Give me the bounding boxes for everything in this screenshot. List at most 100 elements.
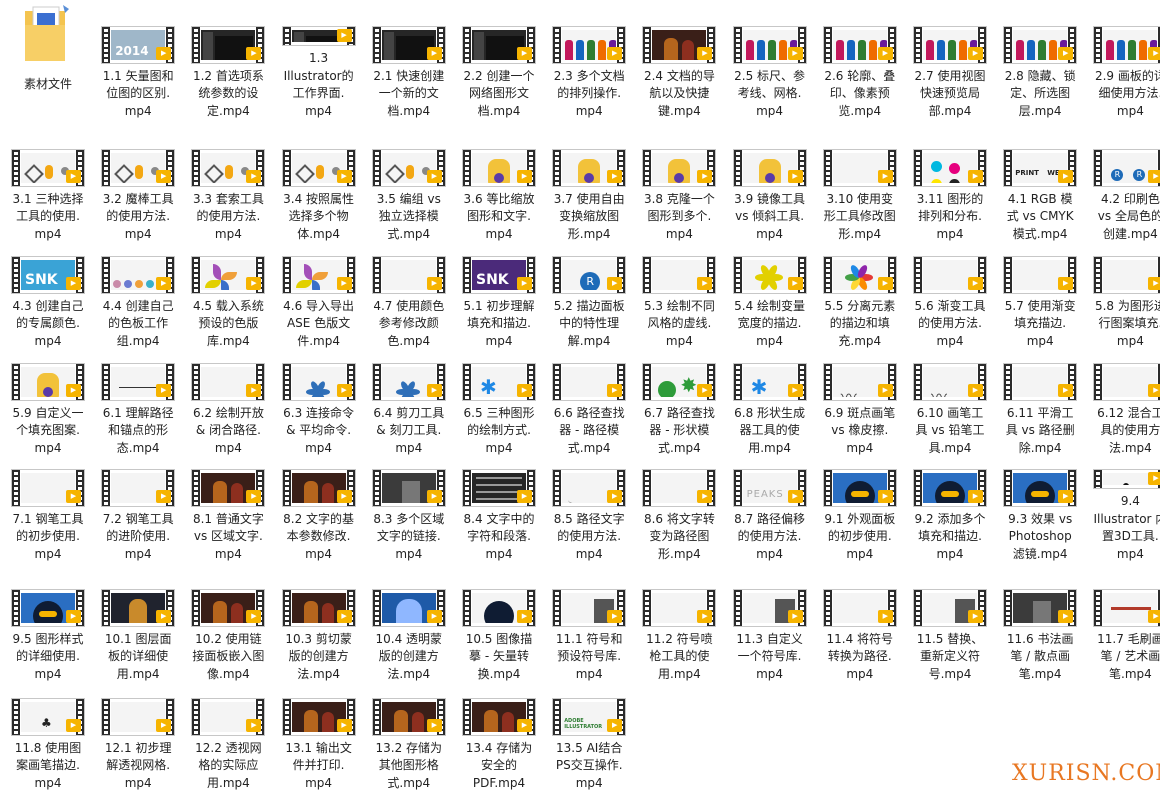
video-file-item[interactable]: ▶ 7.1 钢笔工具 的初步使用. mp4 <box>3 443 93 563</box>
video-file-item[interactable]: ▶ 2.4 文档的导 航以及快捷 键.mp4 <box>634 0 724 120</box>
player-badge-icon: ▶ <box>517 46 532 60</box>
video-file-item[interactable]: R ▶ 5.2 描边面板 中的特性理 解.mp4 <box>544 230 634 350</box>
video-file-item[interactable]: ▶ 5.9 自定义一 个填充图案. mp4 <box>3 337 93 457</box>
video-file-item[interactable]: ▶ 9.4 Illustrator 内置3D工具. mp4 <box>1085 443 1160 563</box>
video-thumbnail: ▶ <box>462 149 536 187</box>
video-file-item[interactable]: ▶ 10.1 图层面 板的详细使 用.mp4 <box>93 563 183 683</box>
video-file-item[interactable]: ▶ 11.7 毛刷画笔 / 艺术画 笔.mp4 <box>1085 563 1160 683</box>
video-file-item[interactable]: ▶ 9.1 外观面板 的初步使用. mp4 <box>815 443 905 563</box>
video-file-item[interactable]: ▶ 2.7 使用视图 快速预览局 部.mp4 <box>905 0 995 120</box>
video-file-item[interactable]: ▶ 6.1 理解路径 和锚点的形 态.mp4 <box>93 337 183 457</box>
player-badge-icon: ▶ <box>1148 46 1160 60</box>
video-file-item[interactable]: ▶ 8.2 文字的基 本参数修改. mp4 <box>274 443 364 563</box>
video-thumbnail: 2014 ▶ <box>101 26 176 64</box>
video-file-item[interactable]: ▶ 4.7 使用颜色 参考修改颜 色.mp4 <box>364 230 454 350</box>
film-strip <box>733 257 742 293</box>
video-file-item[interactable]: ✸ ▶ 6.7 路径查找器 - 形状模 式.mp4 <box>634 337 724 457</box>
video-file-item[interactable]: ▶ 9.3 效果 vs Photoshop 滤镜.mp4 <box>995 443 1085 563</box>
video-file-item[interactable]: ♣ ▶ 11.8 使用图 案画笔描边. mp4 <box>3 672 93 792</box>
video-file-item[interactable]: ▶ 10.3 剪切蒙 版的创建方 法.mp4 <box>274 563 364 683</box>
video-file-item[interactable]: ▶ 3.2 魔棒工具 的使用方法. mp4 <box>93 123 183 243</box>
file-name-line: mp4 <box>936 546 964 561</box>
person-shape <box>321 712 334 732</box>
video-file-item[interactable]: ▶ 3.7 使用自由 变换缩放图 形.mp4 <box>544 123 634 243</box>
video-file-item[interactable]: ▶ 6.4 剪刀工具 & 刻刀工具. mp4 <box>364 337 454 457</box>
video-file-item[interactable]: ▶ 11.2 符号喷 枪工具的使 用.mp4 <box>634 563 724 683</box>
video-file-item[interactable]: ▶ 6.6 路径查找器 - 路径模 式.mp4 <box>544 337 634 457</box>
video-file-item[interactable]: ▶ 10.4 透明蒙 版的创建方 法.mp4 <box>364 563 454 683</box>
video-file-item[interactable]: ✱ ▶ 6.5 三种图形 的绘制方式. mp4 <box>454 337 544 457</box>
video-file-item[interactable]: ▶ 6.12 混合工 具的使用方 法.mp4 <box>1085 337 1160 457</box>
film-strip <box>553 470 562 506</box>
video-file-item[interactable]: ▶ 8.4 文字中的 字符和段落. mp4 <box>454 443 544 563</box>
video-file-item[interactable]: ▶ 13.1 输出文 件并打印. mp4 <box>274 672 364 792</box>
video-thumbnail: ▶ <box>642 469 717 507</box>
video-file-item[interactable]: 2014 ▶ 1.1 矢量图和 位图的区别. mp4 <box>93 0 183 120</box>
video-thumbnail: ✱ ▶ <box>462 363 536 401</box>
video-file-item[interactable]: PRINT WEB ▶ 4.1 RGB 模式 vs CMYK 模式.mp4 <box>995 123 1085 243</box>
video-file-item[interactable]: SNK ▶ 5.1 初步理解 填充和描边. mp4 <box>454 230 544 350</box>
video-file-item[interactable]: ADOBE ILLUSTRATOR ▶ 13.5 AI结合 PS交互操作. mp4 <box>544 672 634 792</box>
video-file-item[interactable]: ✱ ▶ 6.8 形状生成 器工具的使 用.mp4 <box>725 337 815 457</box>
video-file-item[interactable]: ▶ 13.2 存储为 其他图形格 式.mp4 <box>364 672 454 792</box>
video-file-item[interactable]: ▶ 1.2 首选项系 统参数的设 定.mp4 <box>183 0 273 120</box>
video-file-item[interactable]: ▶ 3.11 图形的 排列和分布. mp4 <box>905 123 995 243</box>
video-file-item[interactable]: ▶ 11.1 符号和 预设符号库. mp4 <box>544 563 634 683</box>
video-file-item[interactable]: ▶ 5.4 绘制变量 宽度的描边. mp4 <box>725 230 815 350</box>
video-file-item[interactable]: ▶ 3.3 套索工具 的使用方法. mp4 <box>183 123 273 243</box>
video-file-item[interactable]: ▶ 12.2 透视网 格的实际应 用.mp4 <box>183 672 273 792</box>
video-file-item[interactable]: ▶ 12.1 初步理 解透视网格. mp4 <box>93 672 183 792</box>
video-file-item[interactable]: ▶ 5.7 使用渐变 填充描边. mp4 <box>995 230 1085 350</box>
video-file-item[interactable]: ▶ 2.9 画板的详 细使用方法. mp4 <box>1085 0 1160 120</box>
video-file-item[interactable]: ▶ 6.3 连接命令 & 平均命令. mp4 <box>274 337 364 457</box>
video-file-item[interactable]: ▶ 6.2 绘制开放 & 闭合路径. mp4 <box>183 337 273 457</box>
video-file-item[interactable]: ▶ 3.1 三种选择 工具的使用. mp4 <box>3 123 93 243</box>
video-file-item[interactable]: ▶ 11.6 书法画笔 / 散点画 笔.mp4 <box>995 563 1085 683</box>
video-file-item[interactable]: ▶ 3.5 编组 vs 独立选择模 式.mp4 <box>364 123 454 243</box>
video-file-item[interactable]: ▶ 1.3 Illustrator的 工作界面. mp4 <box>274 0 364 120</box>
video-file-item[interactable]: ▶ 11.4 将符号 转换为路径. mp4 <box>815 563 905 683</box>
video-file-item[interactable]: R R ▶ 4.2 印刷色 vs 全局色的 创建.mp4 <box>1085 123 1160 243</box>
video-file-item[interactable]: ▶ 8.3 多个区域 文字的链接. mp4 <box>364 443 454 563</box>
video-file-item[interactable]: ▶ 9.5 图形样式 的详细使用. mp4 <box>3 563 93 683</box>
video-file-item[interactable]: ▶ 11.3 自定义 一个符号库. mp4 <box>725 563 815 683</box>
video-file-item[interactable]: ▶ 5.8 为图形进 行图案填充. mp4 <box>1085 230 1160 350</box>
video-file-item[interactable]: ▶ 2.2 创建一个 网络图形文 档.mp4 <box>454 0 544 120</box>
video-file-item[interactable]: SNK ▶ 4.3 创建自己 的专属颜色. mp4 <box>3 230 93 350</box>
video-file-item[interactable]: ▶ 10.5 图像描摹 - 矢量转 换.mp4 <box>454 563 544 683</box>
video-file-item[interactable]: ▶ 7.2 钢笔工具 的进阶使用. mp4 <box>93 443 183 563</box>
video-file-item[interactable]: ▶ 2.5 标尺、参 考线、网格. mp4 <box>725 0 815 120</box>
video-file-item[interactable]: ▶ 2.6 轮廓、叠 印、像素预 览.mp4 <box>815 0 905 120</box>
video-file-item[interactable]: ▶ 5.6 渐变工具 的使用方法. mp4 <box>905 230 995 350</box>
file-name-line: 工具的使用. <box>16 209 80 223</box>
video-file-item[interactable]: ▶ 8.5 路径文字 的使用方法. mp4 <box>544 443 634 563</box>
video-file-item[interactable]: ▶ 3.10 使用变 形工具修改图 形.mp4 <box>815 123 905 243</box>
video-file-item[interactable]: ▶ 3.8 克隆一个 图形到多个. mp4 <box>634 123 724 243</box>
video-file-item[interactable]: ▶ 8.6 将文字转 变为路径图 形.mp4 <box>634 443 724 563</box>
video-file-item[interactable]: ▶ 8.1 普通文字 vs 区域文字. mp4 <box>183 443 273 563</box>
pinwheel-blade <box>205 280 222 288</box>
player-badge-icon: ▶ <box>426 718 442 732</box>
video-file-item[interactable]: ▶ 9.2 添加多个 填充和描边. mp4 <box>905 443 995 563</box>
video-file-item[interactable]: ▶ 5.3 绘制不同 风格的虚线. mp4 <box>634 230 724 350</box>
video-file-item[interactable]: ▶ 4.6 导入导出 ASE 色版文 件.mp4 <box>274 230 364 350</box>
video-file-item[interactable]: ▶ 6.11 平滑工具 vs 路径删 除.mp4 <box>995 337 1085 457</box>
video-file-item[interactable]: ▶ 2.1 快速创建 一个新的文 档.mp4 <box>364 0 454 120</box>
video-file-item[interactable]: PEAKS ▶ 8.7 路径偏移 的使用方法. mp4 <box>725 443 815 563</box>
video-file-item[interactable]: 〰 ▶ 6.10 画笔工具 vs 铅笔工 具.mp4 <box>905 337 995 457</box>
folder-item[interactable]: 素材文件 <box>3 0 93 120</box>
video-file-item[interactable]: ▶ 13.4 存储为 安全的 PDF.mp4 <box>454 672 544 792</box>
video-file-item[interactable]: ▶ 4.5 载入系统 预设的色版 库.mp4 <box>183 230 273 350</box>
video-file-item[interactable]: 〰 ▶ 6.9 斑点画笔 vs 橡皮擦. mp4 <box>815 337 905 457</box>
video-file-item[interactable]: ▶ 3.6 等比缩放 图形和文字. mp4 <box>454 123 544 243</box>
video-file-item[interactable]: ▶ 2.3 多个文档 的排列操作. mp4 <box>544 0 634 120</box>
video-file-item[interactable]: ▶ 11.5 替换、 重新定义符 号.mp4 <box>905 563 995 683</box>
video-file-item[interactable]: ▶ 5.5 分离元素 的描边和填 充.mp4 <box>815 230 905 350</box>
video-file-item[interactable]: ▶ 10.2 使用链 接面板嵌入图 像.mp4 <box>183 563 273 683</box>
file-name-line: 案画笔描边. <box>16 758 80 772</box>
video-file-item[interactable]: ▶ 4.4 创建自己 的色板工作 组.mp4 <box>93 230 183 350</box>
file-name-line: 2.8 隐藏、锁 <box>1004 68 1076 83</box>
video-file-item[interactable]: ▶ 3.4 按照属性 选择多个物 体.mp4 <box>274 123 364 243</box>
video-file-item[interactable]: ▶ 3.9 镜像工具 vs 倾斜工具. mp4 <box>725 123 815 243</box>
video-file-item[interactable]: ▶ 2.8 隐藏、锁 定、所选图 层.mp4 <box>995 0 1085 120</box>
